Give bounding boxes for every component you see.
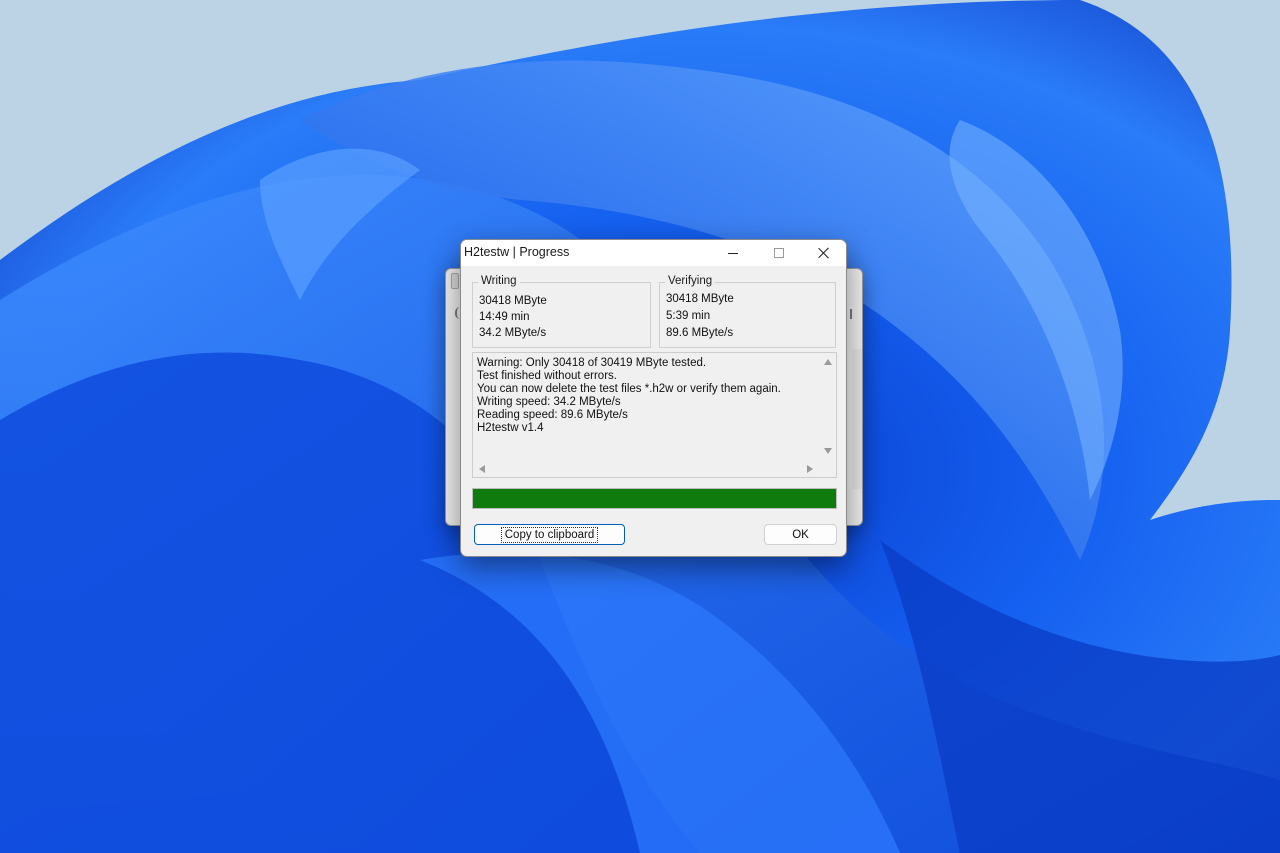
minimize-icon <box>728 252 738 254</box>
verifying-group: Verifying 30418 MByte 5:39 min 89.6 MByt… <box>659 275 836 348</box>
writing-group: Writing 30418 MByte 14:49 min 34.2 MByte… <box>472 275 651 348</box>
progress-dialog: H2testw | Progress Writing 30418 MByte 1… <box>460 239 847 557</box>
log-line: You can now delete the test files *.h2w … <box>477 383 781 395</box>
progress-bar <box>472 488 837 509</box>
app-icon <box>451 273 459 289</box>
writing-time: 14:49 min <box>479 311 530 323</box>
close-button[interactable] <box>801 240 846 266</box>
close-icon <box>818 247 830 259</box>
log-textarea[interactable]: Warning: Only 30418 of 30419 MByte teste… <box>472 352 837 478</box>
log-line: H2testw v1.4 <box>477 422 544 434</box>
scroll-right-icon[interactable] <box>807 465 813 473</box>
log-line: Reading speed: 89.6 MByte/s <box>477 409 628 421</box>
verifying-speed: 89.6 MByte/s <box>666 327 734 339</box>
vertical-scrollbar[interactable] <box>820 353 836 461</box>
log-line: Test finished without errors. <box>477 370 617 382</box>
writing-size: 30418 MByte <box>479 295 547 307</box>
log-line: Writing speed: 34.2 MByte/s <box>477 396 621 408</box>
partial-control <box>848 309 852 319</box>
verifying-label: Verifying <box>665 275 716 287</box>
ok-button[interactable]: OK <box>764 524 837 545</box>
scroll-left-icon[interactable] <box>479 465 485 473</box>
progress-fill <box>473 489 836 508</box>
writing-label: Writing <box>478 275 520 287</box>
scroll-down-icon[interactable] <box>824 448 832 454</box>
log-line: Warning: Only 30418 of 30419 MByte teste… <box>477 357 707 369</box>
verifying-time: 5:39 min <box>666 310 711 322</box>
partial-panel <box>852 349 862 489</box>
copy-to-clipboard-button[interactable]: Copy to clipboard <box>474 524 625 545</box>
maximize-icon <box>774 248 784 258</box>
minimize-button[interactable] <box>710 240 756 266</box>
verifying-size: 30418 MByte <box>666 293 734 305</box>
log-lines: Warning: Only 30418 of 30419 MByte teste… <box>477 357 781 435</box>
copy-button-label: Copy to clipboard <box>500 526 599 543</box>
horizontal-scrollbar[interactable] <box>473 460 820 477</box>
writing-speed: 34.2 MByte/s <box>479 327 547 339</box>
maximize-button[interactable] <box>756 240 802 266</box>
window-title: H2testw | Progress <box>464 245 570 259</box>
title-bar[interactable]: H2testw | Progress <box>461 240 846 266</box>
scroll-up-icon[interactable] <box>824 359 832 365</box>
